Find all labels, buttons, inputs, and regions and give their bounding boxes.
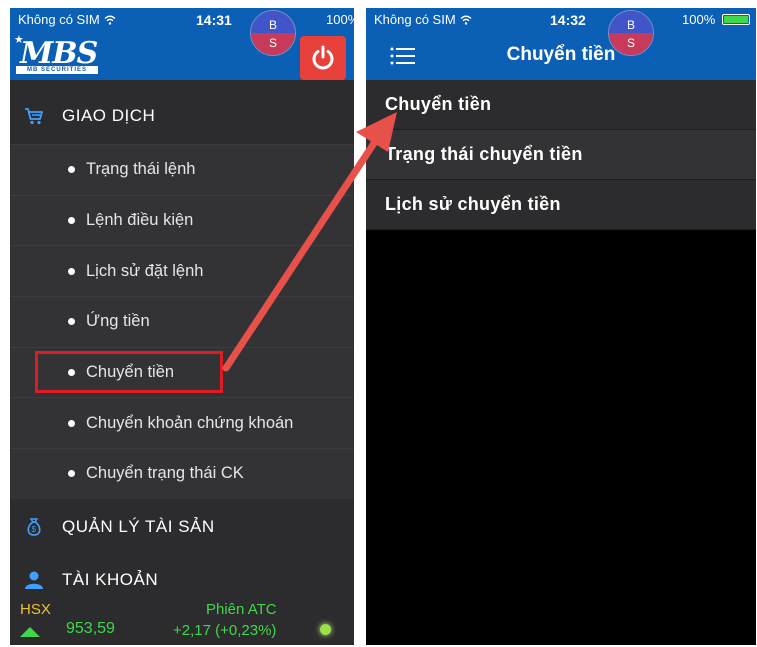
carrier-label: Không có SIM bbox=[374, 12, 472, 27]
highlight-annotation-box bbox=[35, 350, 223, 393]
submenu-item-trang-thai-chuyen-tien[interactable]: Trạng thái chuyển tiền bbox=[366, 130, 756, 180]
wifi-icon bbox=[104, 13, 116, 25]
menu-item-label: Chuyển trạng thái CK bbox=[86, 464, 244, 483]
buy-label: B bbox=[268, 18, 277, 32]
menu-item-chuyen-trang-thai-ck[interactable]: Chuyển trạng thái CK bbox=[10, 448, 354, 499]
page-title: Chuyển tiền bbox=[506, 44, 616, 65]
battery-percentage: 100% bbox=[326, 12, 354, 27]
menu-item-lenh-dieu-kien[interactable]: Lệnh điều kiện bbox=[10, 194, 354, 246]
menu-item-label: Lịch sử đặt lệnh bbox=[86, 261, 204, 280]
status-time: 14:32 bbox=[550, 12, 586, 28]
logout-button[interactable] bbox=[300, 36, 346, 80]
submenu-item-lich-su-chuyen-tien[interactable]: Lịch sử chuyển tiền bbox=[366, 180, 756, 230]
market-index-ticker[interactable]: HSX Phiên ATC 953,59 +2,17 (+0,23%) bbox=[10, 596, 354, 645]
menu-item-chuyen-khoan-chung-khoan[interactable]: Chuyển khoản chứng khoán bbox=[10, 397, 354, 449]
menu-item-label: Lệnh điều kiện bbox=[86, 211, 194, 230]
bullet-icon bbox=[68, 470, 75, 478]
menu-item-lich-su-dat-lenh[interactable]: Lịch sử đặt lệnh bbox=[10, 245, 354, 297]
bullet-icon bbox=[68, 419, 75, 427]
bullet-icon bbox=[68, 267, 75, 275]
up-arrow-icon bbox=[20, 627, 40, 637]
buy-label: B bbox=[626, 18, 635, 32]
menu-item-trang-thai-lenh[interactable]: Trạng thái lệnh bbox=[10, 144, 354, 195]
live-indicator-icon bbox=[320, 624, 331, 635]
bullet-icon bbox=[68, 166, 75, 174]
bullet-icon bbox=[68, 318, 75, 326]
status-bar: Không có SIM 14:31 100% bbox=[10, 8, 354, 32]
status-time: 14:31 bbox=[196, 12, 232, 28]
sell-label: S bbox=[268, 36, 277, 50]
menu-item-ung-tien[interactable]: Ứng tiền bbox=[10, 296, 354, 347]
carrier-label: Không có SIM bbox=[18, 12, 116, 27]
side-menu: GIAO DỊCH Trạng thái lệnh Lệnh điều kiện… bbox=[10, 88, 354, 605]
menu-section-label: TÀI KHOẢN bbox=[62, 569, 159, 589]
index-change: +2,17 (+0,23%) bbox=[173, 622, 277, 639]
buy-sell-floating-button[interactable]: B S bbox=[250, 10, 296, 56]
bullet-icon bbox=[68, 217, 75, 225]
right-app-header: Không có SIM 14:32 100% B S Chuyển tiền bbox=[366, 8, 756, 80]
index-value: 953,59 bbox=[66, 620, 115, 637]
user-icon bbox=[22, 568, 46, 592]
left-phone-screen: Không có SIM 14:31 100% B S ★ MBS MB SEC… bbox=[10, 8, 354, 645]
mbs-logo: ★ MBS MB SECURITIES bbox=[14, 34, 98, 74]
menu-section-quan-ly-tai-san[interactable]: $ QUẢN LÝ TÀI SẢN bbox=[10, 498, 354, 555]
menu-item-label: Ứng tiền bbox=[86, 312, 150, 331]
svg-text:$: $ bbox=[32, 525, 37, 534]
transfer-submenu: Chuyển tiền Trạng thái chuyển tiền Lịch … bbox=[366, 80, 756, 230]
menu-section-giao-dich[interactable]: GIAO DỊCH bbox=[10, 88, 354, 144]
screenshot-stage: Không có SIM 14:31 100% B S ★ MBS MB SEC… bbox=[0, 0, 757, 647]
menu-item-label: Trạng thái lệnh bbox=[86, 160, 196, 179]
right-phone-screen: Không có SIM 14:32 100% B S Chuyển tiền … bbox=[366, 8, 756, 645]
menu-section-label: QUẢN LÝ TÀI SẢN bbox=[62, 516, 215, 536]
cart-icon bbox=[22, 104, 46, 128]
status-bar: Không có SIM 14:32 100% bbox=[366, 8, 756, 32]
battery-icon bbox=[722, 14, 750, 25]
power-icon bbox=[312, 45, 334, 70]
wifi-icon bbox=[460, 13, 472, 25]
left-app-header: Không có SIM 14:31 100% B S ★ MBS MB SEC… bbox=[10, 8, 354, 80]
menu-section-label: GIAO DỊCH bbox=[62, 106, 156, 125]
menu-item-chuyen-tien[interactable]: Chuyển tiền bbox=[10, 346, 354, 398]
menu-item-label: Chuyển khoản chứng khoán bbox=[86, 413, 294, 432]
session-label: Phiên ATC bbox=[206, 601, 277, 618]
submenu-item-chuyen-tien[interactable]: Chuyển tiền bbox=[366, 80, 756, 130]
money-bag-icon: $ bbox=[22, 515, 46, 539]
battery-percentage: 100% bbox=[682, 12, 716, 27]
exchange-label: HSX bbox=[20, 601, 51, 618]
